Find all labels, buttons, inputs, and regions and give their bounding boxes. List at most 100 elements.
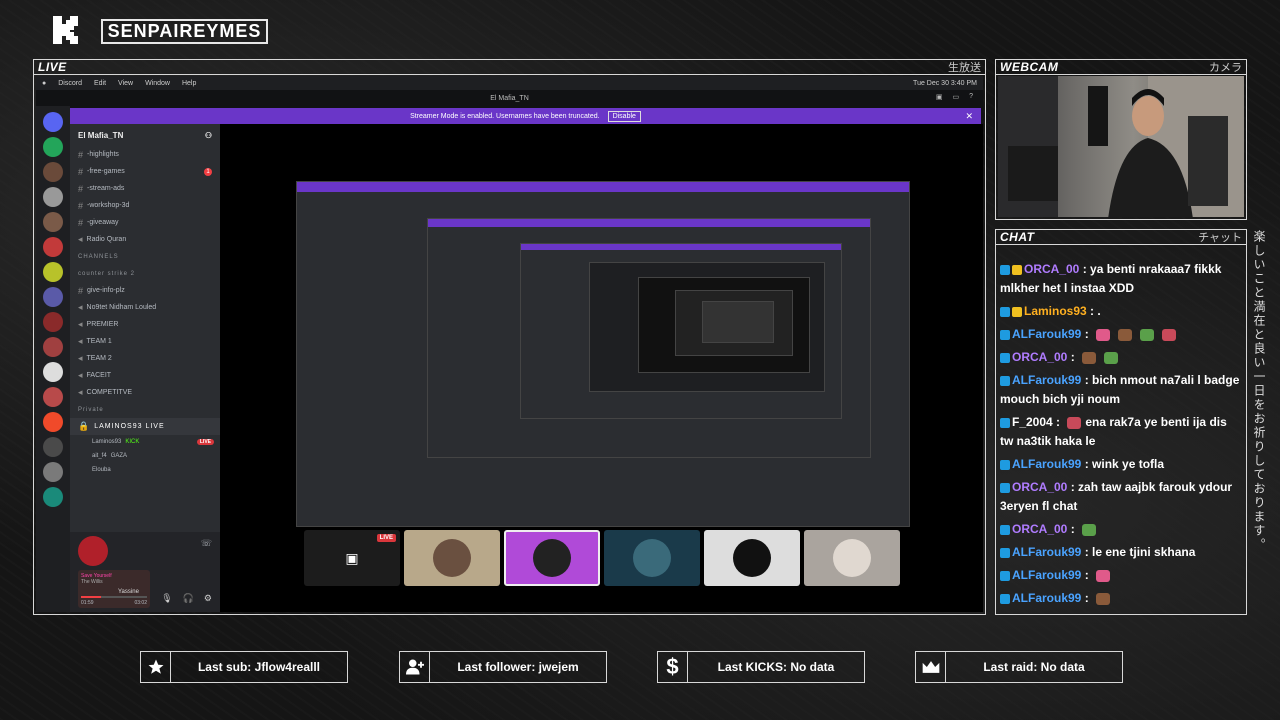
discord-home-icon[interactable] bbox=[43, 112, 63, 132]
server-icon[interactable] bbox=[43, 237, 63, 257]
nested-banner bbox=[428, 219, 870, 227]
channel-item[interactable]: # -giveaway bbox=[70, 214, 220, 231]
category-counter-strike[interactable]: counter strike 2 bbox=[70, 265, 220, 282]
user-name: Yassine bbox=[118, 589, 139, 595]
participant-tile[interactable] bbox=[404, 530, 500, 586]
channel-item[interactable]: ◂ Radio Quran bbox=[70, 231, 220, 248]
kick-badge-icon bbox=[1000, 329, 1010, 340]
voice-user[interactable]: Elouba bbox=[70, 463, 220, 477]
hash-icon: # bbox=[78, 285, 84, 296]
window-controls: ▣ ▭ ? bbox=[936, 93, 973, 101]
last-kicks-box: $ Last KICKS: No data bbox=[657, 651, 865, 683]
menu-window[interactable]: Window bbox=[145, 80, 170, 87]
chat-username[interactable]: ORCA_00 bbox=[1012, 522, 1067, 536]
chat-username[interactable]: ORCA_00 bbox=[1024, 262, 1079, 276]
gear-icon[interactable]: ⚙ bbox=[204, 593, 212, 604]
inbox-icon[interactable]: ▣ bbox=[936, 93, 943, 101]
menu-discord[interactable]: Discord bbox=[58, 80, 82, 87]
server-icon[interactable] bbox=[43, 137, 63, 157]
music-player[interactable]: Save Yourself The Willis 01:59 03:02 bbox=[78, 570, 150, 608]
user-avatar[interactable] bbox=[78, 536, 108, 566]
category-channels[interactable]: CHANNELS bbox=[70, 248, 220, 265]
server-icon[interactable] bbox=[43, 162, 63, 182]
server-icon[interactable] bbox=[43, 412, 63, 432]
headphones-icon[interactable]: 🎧 bbox=[183, 593, 194, 604]
participant-tile[interactable] bbox=[804, 530, 900, 586]
chat-username[interactable]: ALFarouk99 bbox=[1012, 591, 1081, 605]
participant-tile[interactable] bbox=[704, 530, 800, 586]
kick-badge-icon bbox=[1000, 570, 1010, 581]
track-progress[interactable] bbox=[81, 596, 147, 598]
server-header[interactable]: El Mafia_TN ⚇ bbox=[70, 124, 220, 146]
chat-message: ALFarouk99 : bbox=[1000, 589, 1242, 608]
chat-username[interactable]: F_2004 bbox=[1012, 415, 1053, 429]
server-icon[interactable] bbox=[43, 312, 63, 332]
chat-username[interactable]: ALFarouk99 bbox=[1012, 373, 1081, 387]
speaker-icon: ◂ bbox=[78, 302, 83, 312]
chat-username[interactable]: ALFarouk99 bbox=[1012, 545, 1081, 559]
menu-help[interactable]: Help bbox=[182, 80, 196, 87]
participant-tile[interactable]: LIVE ▣ bbox=[304, 530, 400, 586]
server-icon[interactable] bbox=[43, 187, 63, 207]
chat-badges bbox=[1000, 375, 1010, 386]
participant-tile[interactable] bbox=[604, 530, 700, 586]
server-icon[interactable] bbox=[43, 337, 63, 357]
menu-view[interactable]: View bbox=[118, 80, 133, 87]
nested-stream-frame bbox=[702, 301, 774, 343]
hash-icon: # bbox=[78, 200, 84, 211]
category-private[interactable]: Private bbox=[70, 401, 220, 418]
last-raid-box: Last raid: No data bbox=[915, 651, 1123, 683]
channel-item[interactable]: # give-info-plz bbox=[70, 282, 220, 299]
chat-username[interactable]: ALFarouk99 bbox=[1012, 457, 1081, 471]
channel-item[interactable]: # -stream-ads bbox=[70, 180, 220, 197]
server-icon[interactable] bbox=[43, 462, 63, 482]
chat-username[interactable]: ALFarouk99 bbox=[1012, 327, 1081, 341]
disable-streamer-mode-button[interactable]: Disable bbox=[607, 110, 641, 122]
voice-user[interactable]: Laminos93 KICK LIVE bbox=[70, 435, 220, 449]
active-voice-channel[interactable]: 🔒 LAMINOS93 LIVE bbox=[70, 418, 220, 435]
channel-item[interactable]: ◂ FACEIT bbox=[70, 367, 220, 384]
server-icon[interactable] bbox=[43, 487, 63, 507]
chat-username[interactable]: ORCA_00 bbox=[1012, 480, 1067, 494]
channel-item[interactable]: ◂ TEAM 2 bbox=[70, 350, 220, 367]
channel-item[interactable]: # -highlights bbox=[70, 146, 220, 163]
channel-item[interactable]: ◂ No9tet Nidham Louled bbox=[70, 299, 220, 316]
chat-badges bbox=[1000, 352, 1010, 363]
add-member-icon[interactable]: ⚇ bbox=[205, 131, 212, 140]
emote-icon bbox=[1118, 328, 1133, 341]
channel-item[interactable]: ◂ COMPETITVE bbox=[70, 384, 220, 401]
track-artist: The Willis bbox=[81, 579, 103, 585]
close-banner-icon[interactable]: ✕ bbox=[965, 111, 973, 122]
disconnect-icon[interactable]: ☏ bbox=[201, 538, 212, 549]
screen-share-stage[interactable]: LIVE ▣ bbox=[220, 124, 983, 612]
microphone-icon[interactable]: 🎙 bbox=[161, 593, 172, 604]
server-icon[interactable] bbox=[43, 212, 63, 232]
banner-text: Streamer Mode is enabled. Usernames have… bbox=[410, 112, 600, 120]
server-icon[interactable] bbox=[43, 437, 63, 457]
server-icon[interactable] bbox=[43, 362, 63, 382]
chat-badges bbox=[1000, 459, 1010, 470]
chat-username[interactable]: ALFarouk99 bbox=[1012, 568, 1081, 582]
chat-username[interactable]: Laminos93 bbox=[1024, 304, 1087, 318]
help-icon[interactable]: ? bbox=[969, 93, 973, 101]
voice-user[interactable]: ait_f4 GAZA bbox=[70, 449, 220, 463]
menu-edit[interactable]: Edit bbox=[94, 80, 106, 87]
live-panel-title: LIVE bbox=[38, 60, 67, 74]
live-panel-title-jp: 生放送 bbox=[948, 61, 981, 74]
participant-tile[interactable] bbox=[504, 530, 600, 586]
chat-message: F_2004 : ena rak7a ye benti ija dis tw n… bbox=[1000, 413, 1242, 451]
chat-message: ALFarouk99 : bbox=[1000, 325, 1242, 344]
channel-item[interactable]: # -workshop-3d bbox=[70, 197, 220, 214]
channel-item[interactable]: ◂ TEAM 1 bbox=[70, 333, 220, 350]
chat-username[interactable]: ORCA_00 bbox=[1012, 350, 1067, 364]
apple-icon[interactable]: ● bbox=[42, 80, 46, 87]
screen-icon[interactable]: ▭ bbox=[952, 93, 959, 101]
track-total-time: 03:02 bbox=[134, 600, 147, 606]
server-icon[interactable] bbox=[43, 287, 63, 307]
server-icon[interactable] bbox=[43, 262, 63, 282]
channel-label: Radio Quran bbox=[86, 236, 127, 243]
server-icon[interactable] bbox=[43, 387, 63, 407]
voice-channel-item[interactable]: 🔒 LAMINOS93 LIVE bbox=[70, 418, 220, 435]
channel-item[interactable]: # -free-games 1 bbox=[70, 163, 220, 180]
channel-item[interactable]: ◂ PREMIER bbox=[70, 316, 220, 333]
